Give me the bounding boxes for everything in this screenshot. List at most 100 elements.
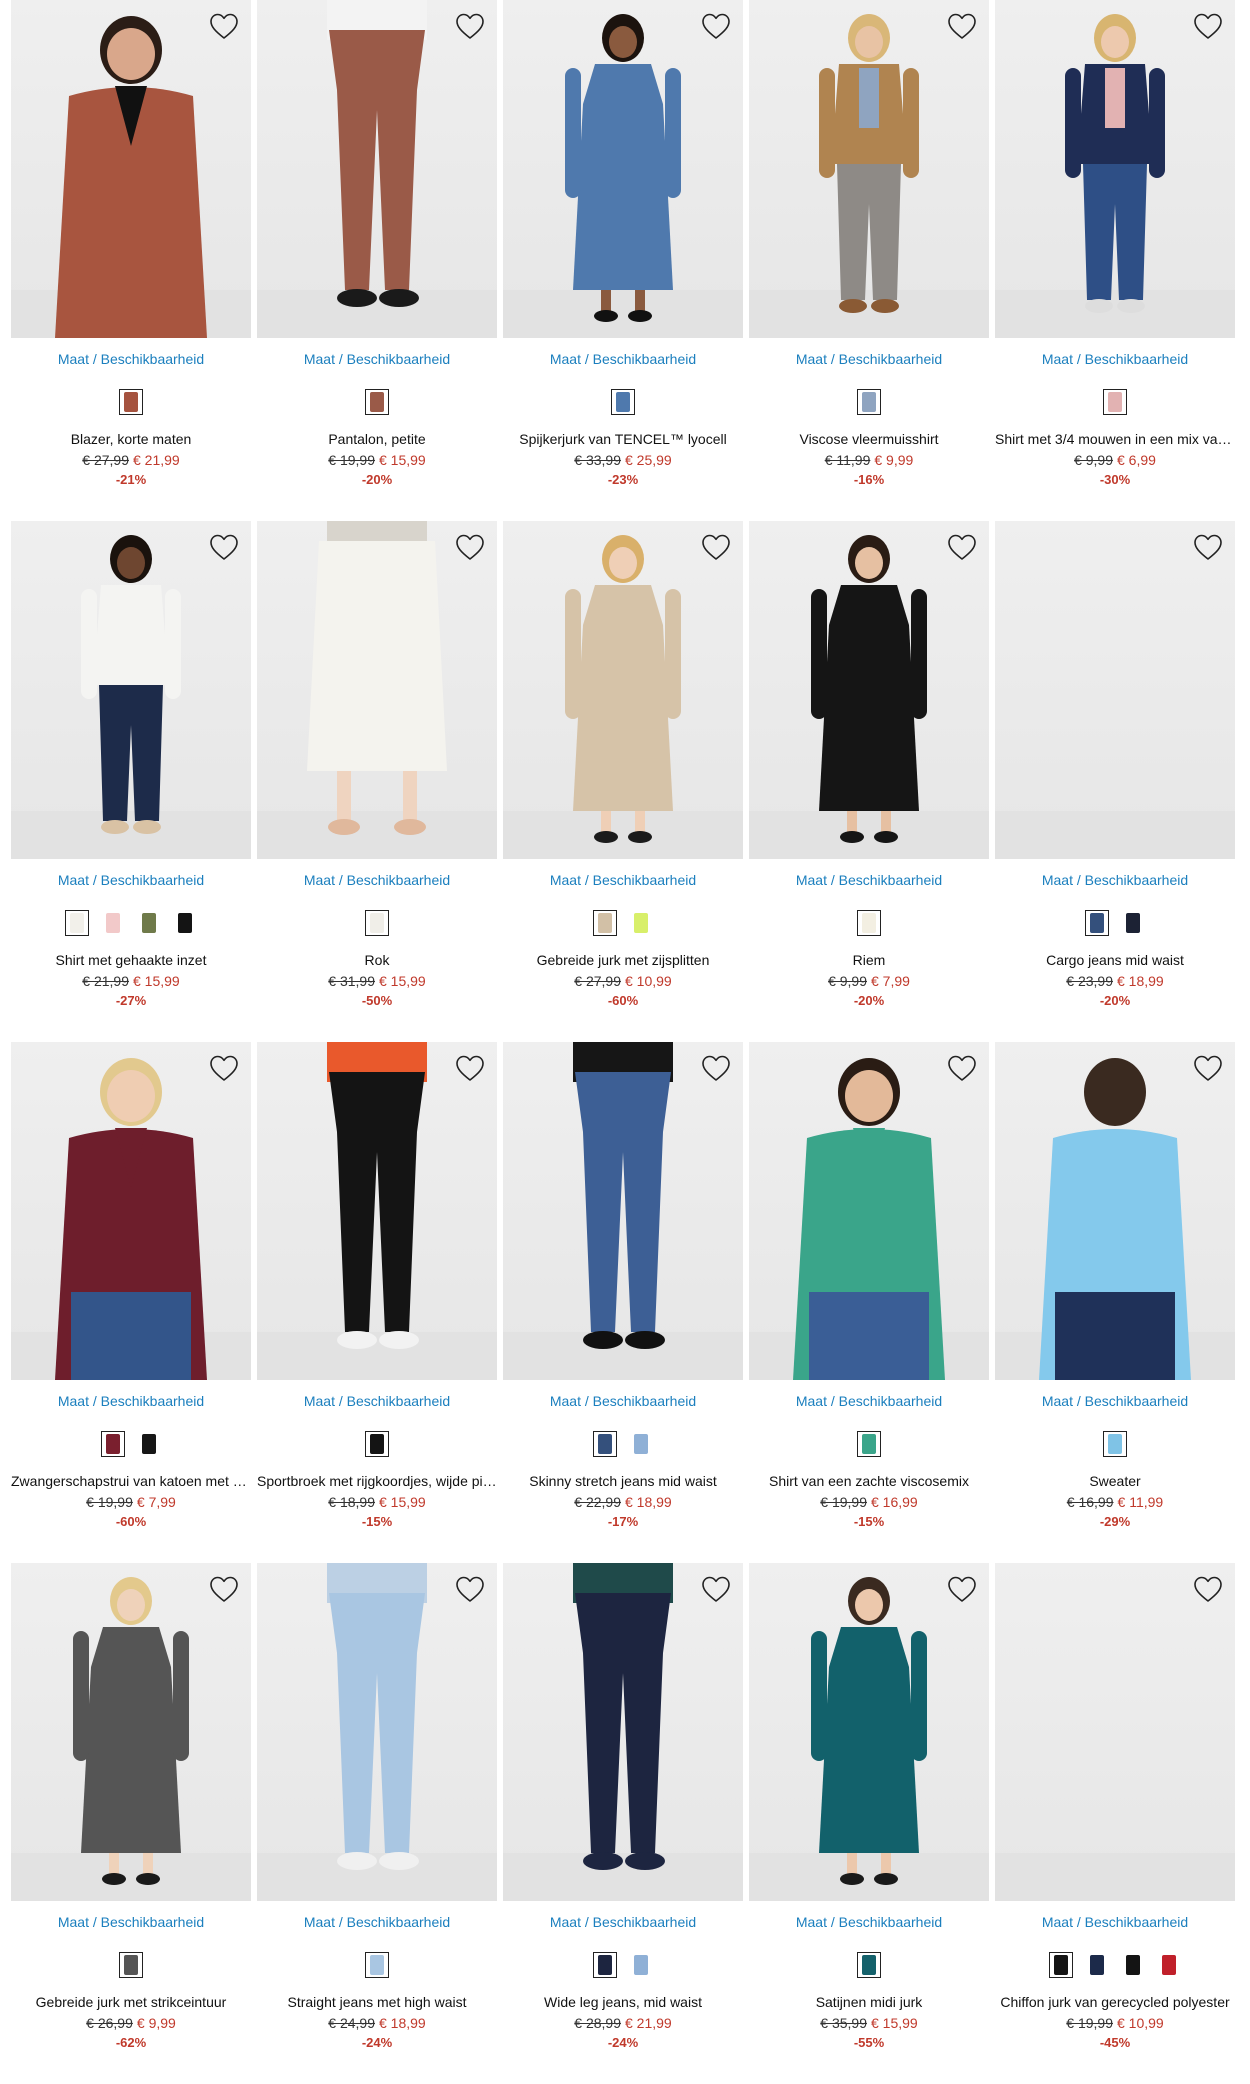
color-swatch[interactable] bbox=[365, 1431, 389, 1457]
color-swatch[interactable] bbox=[1103, 389, 1127, 415]
product-name[interactable]: Sweater bbox=[995, 1472, 1235, 1490]
product-card[interactable]: Maat / Beschikbaarheid Wide leg jeans, m… bbox=[503, 1563, 743, 2084]
size-availability-link[interactable]: Maat / Beschikbaarheid bbox=[257, 1913, 497, 1931]
wishlist-heart-icon[interactable] bbox=[699, 530, 733, 564]
size-availability-link[interactable]: Maat / Beschikbaarheid bbox=[257, 350, 497, 368]
product-image[interactable] bbox=[11, 521, 251, 859]
product-image[interactable] bbox=[749, 1042, 989, 1380]
product-image[interactable] bbox=[749, 0, 989, 338]
color-swatch[interactable] bbox=[1157, 1952, 1181, 1978]
size-availability-link[interactable]: Maat / Beschikbaarheid bbox=[995, 1392, 1235, 1410]
product-name[interactable]: Shirt met gehaakte inzet bbox=[11, 951, 251, 969]
color-swatch[interactable] bbox=[137, 910, 161, 936]
size-availability-link[interactable]: Maat / Beschikbaarheid bbox=[749, 350, 989, 368]
size-availability-link[interactable]: Maat / Beschikbaarheid bbox=[995, 1913, 1235, 1931]
color-swatch[interactable] bbox=[629, 1431, 653, 1457]
color-swatch[interactable] bbox=[173, 910, 197, 936]
color-swatch[interactable] bbox=[101, 910, 125, 936]
size-availability-link[interactable]: Maat / Beschikbaarheid bbox=[503, 350, 743, 368]
product-image[interactable] bbox=[257, 1563, 497, 1901]
product-image[interactable] bbox=[995, 1042, 1235, 1380]
color-swatch[interactable] bbox=[365, 389, 389, 415]
wishlist-heart-icon[interactable] bbox=[207, 1051, 241, 1085]
color-swatch[interactable] bbox=[365, 1952, 389, 1978]
product-card[interactable]: Maat / Beschikbaarheid Spijkerjurk van T… bbox=[503, 0, 743, 521]
color-swatch[interactable] bbox=[1121, 1952, 1145, 1978]
product-card[interactable]: Maat / Beschikbaarheid Pantalon, petite … bbox=[257, 0, 497, 521]
color-swatch[interactable] bbox=[1121, 910, 1145, 936]
color-swatch[interactable] bbox=[119, 1952, 143, 1978]
product-image[interactable] bbox=[11, 0, 251, 338]
product-name[interactable]: Straight jeans met high waist bbox=[257, 1993, 497, 2011]
color-swatch[interactable] bbox=[593, 1952, 617, 1978]
product-image[interactable] bbox=[749, 521, 989, 859]
wishlist-heart-icon[interactable] bbox=[699, 9, 733, 43]
color-swatch[interactable] bbox=[1085, 1952, 1109, 1978]
size-availability-link[interactable]: Maat / Beschikbaarheid bbox=[503, 871, 743, 889]
size-availability-link[interactable]: Maat / Beschikbaarheid bbox=[257, 871, 497, 889]
color-swatch[interactable] bbox=[137, 1431, 161, 1457]
size-availability-link[interactable]: Maat / Beschikbaarheid bbox=[995, 350, 1235, 368]
product-image[interactable] bbox=[995, 1563, 1235, 1901]
wishlist-heart-icon[interactable] bbox=[453, 530, 487, 564]
color-swatch[interactable] bbox=[65, 910, 89, 936]
wishlist-heart-icon[interactable] bbox=[207, 1572, 241, 1606]
wishlist-heart-icon[interactable] bbox=[453, 1051, 487, 1085]
size-availability-link[interactable]: Maat / Beschikbaarheid bbox=[749, 871, 989, 889]
product-image[interactable] bbox=[11, 1042, 251, 1380]
product-image[interactable] bbox=[503, 521, 743, 859]
wishlist-heart-icon[interactable] bbox=[453, 1572, 487, 1606]
product-name[interactable]: Shirt van een zachte viscosemix bbox=[749, 1472, 989, 1490]
size-availability-link[interactable]: Maat / Beschikbaarheid bbox=[749, 1913, 989, 1931]
product-card[interactable]: Maat / Beschikbaarheid Shirt met gehaakt… bbox=[11, 521, 251, 1042]
wishlist-heart-icon[interactable] bbox=[1191, 530, 1225, 564]
product-card[interactable]: Maat / Beschikbaarheid Riem € 9,99 € 7,99… bbox=[749, 521, 989, 1042]
wishlist-heart-icon[interactable] bbox=[1191, 1572, 1225, 1606]
product-name[interactable]: Blazer, korte maten bbox=[11, 430, 251, 448]
wishlist-heart-icon[interactable] bbox=[699, 1572, 733, 1606]
wishlist-heart-icon[interactable] bbox=[1191, 1051, 1225, 1085]
product-name[interactable]: Gebreide jurk met zijsplitten bbox=[503, 951, 743, 969]
wishlist-heart-icon[interactable] bbox=[1191, 9, 1225, 43]
product-name[interactable]: Skinny stretch jeans mid waist bbox=[503, 1472, 743, 1490]
size-availability-link[interactable]: Maat / Beschikbaarheid bbox=[749, 1392, 989, 1410]
color-swatch[interactable] bbox=[629, 1952, 653, 1978]
size-availability-link[interactable]: Maat / Beschikbaarheid bbox=[11, 350, 251, 368]
product-name[interactable]: Gebreide jurk met strikceintuur bbox=[11, 1993, 251, 2011]
product-image[interactable] bbox=[749, 1563, 989, 1901]
product-name[interactable]: Viscose vleermuisshirt bbox=[749, 430, 989, 448]
size-availability-link[interactable]: Maat / Beschikbaarheid bbox=[257, 1392, 497, 1410]
color-swatch[interactable] bbox=[101, 1431, 125, 1457]
product-name[interactable]: Cargo jeans mid waist bbox=[995, 951, 1235, 969]
product-image[interactable] bbox=[11, 1563, 251, 1901]
wishlist-heart-icon[interactable] bbox=[207, 530, 241, 564]
color-swatch[interactable] bbox=[119, 389, 143, 415]
product-image[interactable] bbox=[503, 1563, 743, 1901]
color-swatch[interactable] bbox=[857, 389, 881, 415]
product-card[interactable]: Maat / Beschikbaarheid Skinny stretch je… bbox=[503, 1042, 743, 1563]
wishlist-heart-icon[interactable] bbox=[207, 9, 241, 43]
product-card[interactable]: Maat / Beschikbaarheid Rok € 31,99 € 15,9… bbox=[257, 521, 497, 1042]
product-card[interactable]: Maat / Beschikbaarheid Gebreide jurk met… bbox=[11, 1563, 251, 2084]
product-image[interactable] bbox=[503, 0, 743, 338]
color-swatch[interactable] bbox=[365, 910, 389, 936]
color-swatch[interactable] bbox=[857, 1952, 881, 1978]
product-image[interactable] bbox=[503, 1042, 743, 1380]
size-availability-link[interactable]: Maat / Beschikbaarheid bbox=[995, 871, 1235, 889]
size-availability-link[interactable]: Maat / Beschikbaarheid bbox=[11, 1392, 251, 1410]
product-name[interactable]: Sportbroek met rijgkoordjes, wijde pijpe… bbox=[257, 1472, 497, 1490]
product-name[interactable]: Rok bbox=[257, 951, 497, 969]
product-image[interactable] bbox=[257, 0, 497, 338]
wishlist-heart-icon[interactable] bbox=[699, 1051, 733, 1085]
wishlist-heart-icon[interactable] bbox=[945, 9, 979, 43]
product-card[interactable]: Maat / Beschikbaarheid Satijnen midi jur… bbox=[749, 1563, 989, 2084]
product-image[interactable] bbox=[257, 1042, 497, 1380]
product-image[interactable] bbox=[995, 0, 1235, 338]
product-card[interactable]: Maat / Beschikbaarheid Gebreide jurk met… bbox=[503, 521, 743, 1042]
product-name[interactable]: Pantalon, petite bbox=[257, 430, 497, 448]
product-name[interactable]: Satijnen midi jurk bbox=[749, 1993, 989, 2011]
product-card[interactable]: Maat / Beschikbaarheid Viscose vleermuis… bbox=[749, 0, 989, 521]
product-image[interactable] bbox=[995, 521, 1235, 859]
wishlist-heart-icon[interactable] bbox=[945, 1051, 979, 1085]
wishlist-heart-icon[interactable] bbox=[453, 9, 487, 43]
